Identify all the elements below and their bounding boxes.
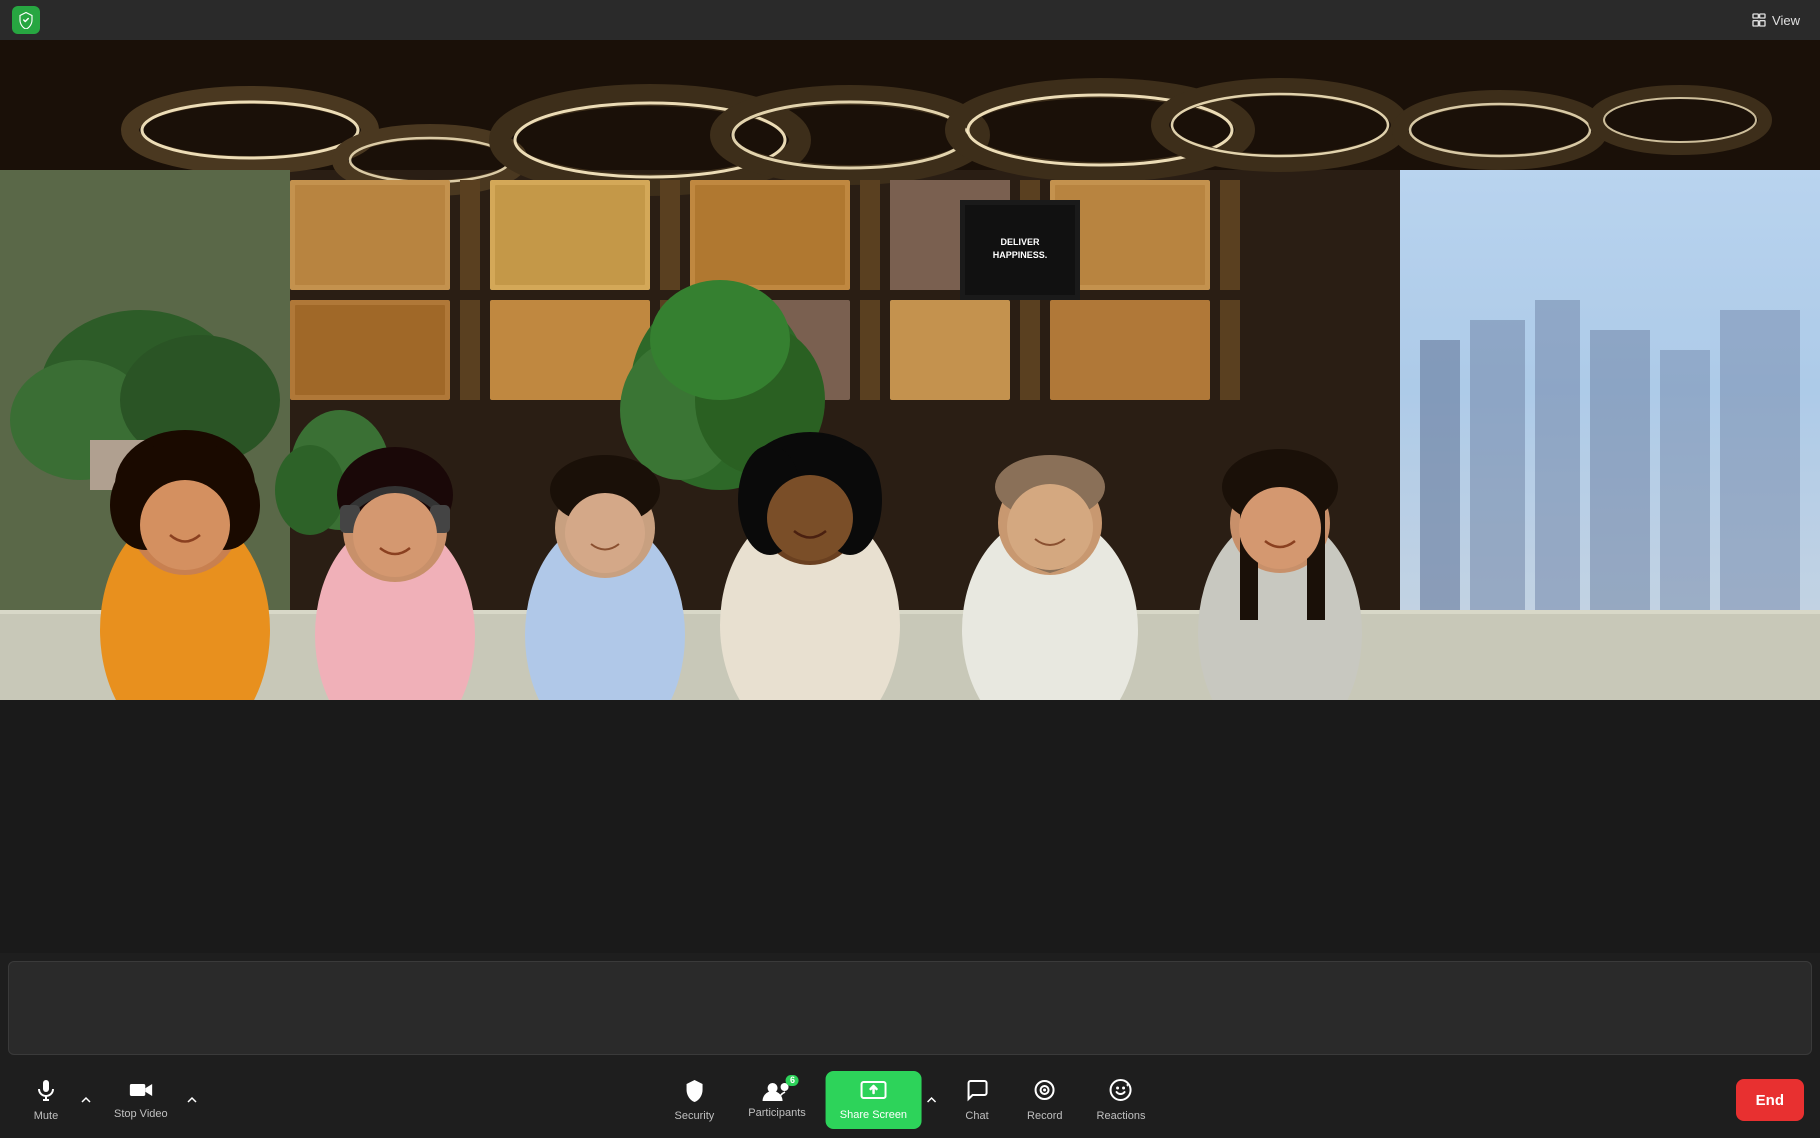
chat-label: Chat (965, 1110, 988, 1122)
participants-label: Participants (748, 1107, 805, 1119)
mute-chevron[interactable] (76, 1071, 96, 1129)
security-label: Security (675, 1110, 715, 1122)
record-label: Record (1027, 1110, 1062, 1122)
share-screen-button[interactable]: Share Screen (826, 1071, 921, 1129)
toolbar-left-controls: Mute Stop Video (16, 1070, 202, 1130)
video-chevron[interactable] (182, 1071, 202, 1129)
stop-video-button[interactable]: Stop Video (100, 1072, 182, 1128)
mute-group: Mute (16, 1070, 96, 1130)
chevron-up-icon3 (925, 1094, 937, 1106)
participants-count-badge: 6 (786, 1075, 799, 1086)
microphone-icon (34, 1078, 58, 1106)
bottom-panel: Mute Stop Video (0, 953, 1820, 1138)
participants-icon: 6 (763, 1081, 791, 1103)
room-background: DELIVER HAPPINESS. (0, 40, 1820, 700)
view-button[interactable]: View (1743, 8, 1808, 32)
mute-button[interactable]: Mute (16, 1070, 76, 1130)
svg-text:HAPPINESS.: HAPPINESS. (993, 250, 1048, 260)
security-button[interactable]: Security (661, 1070, 729, 1130)
mute-label: Mute (34, 1110, 58, 1122)
chat-icon (965, 1078, 989, 1106)
camera-icon (129, 1080, 153, 1104)
toolbar-right-controls: End (1736, 1079, 1804, 1121)
reactions-icon (1109, 1078, 1133, 1106)
zoom-logo (12, 6, 40, 34)
record-icon (1033, 1078, 1057, 1106)
video-strip (8, 961, 1812, 1055)
end-button[interactable]: End (1736, 1079, 1804, 1121)
reactions-label: Reactions (1097, 1110, 1146, 1122)
top-bar: View (0, 0, 1820, 40)
record-button[interactable]: Record (1013, 1070, 1076, 1130)
toolbar-center-controls: Security 6 Participants (661, 1070, 1160, 1130)
svg-text:DELIVER: DELIVER (1000, 237, 1040, 247)
share-screen-chevron[interactable] (921, 1071, 941, 1129)
share-screen-icon (860, 1079, 886, 1105)
view-icon (1751, 12, 1767, 28)
chat-button[interactable]: Chat (947, 1070, 1007, 1130)
toolbar: Mute Stop Video (0, 1063, 1820, 1138)
stop-video-label: Stop Video (114, 1108, 168, 1120)
view-label: View (1772, 13, 1800, 28)
share-screen-label: Share Screen (840, 1109, 907, 1121)
share-screen-group: Share Screen (826, 1071, 941, 1129)
participants-button[interactable]: 6 Participants (734, 1073, 819, 1127)
reactions-button[interactable]: Reactions (1083, 1070, 1160, 1130)
security-icon (682, 1078, 706, 1106)
chevron-up-icon (80, 1094, 92, 1106)
main-video-area: DELIVER HAPPINESS. (0, 40, 1820, 700)
chevron-up-icon2 (186, 1094, 198, 1106)
video-group: Stop Video (100, 1071, 202, 1129)
